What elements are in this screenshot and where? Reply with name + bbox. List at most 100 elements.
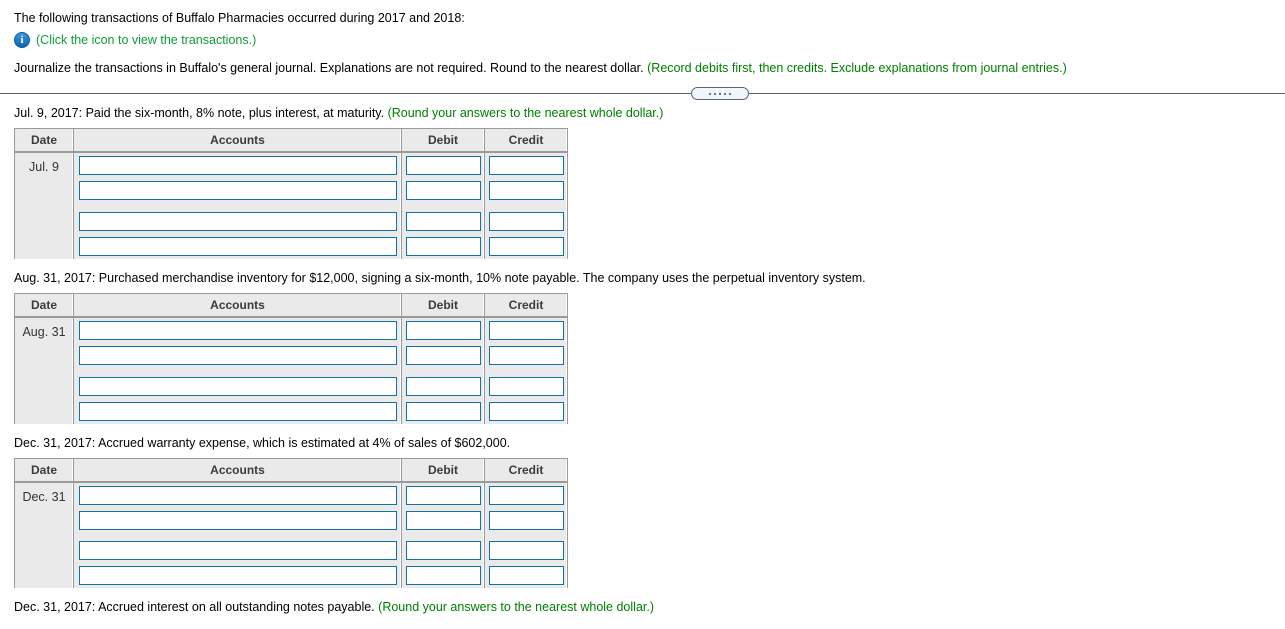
debit-input[interactable] [406, 346, 481, 365]
account-cell[interactable] [74, 209, 402, 234]
splitter-dot [709, 92, 711, 95]
debit-input[interactable] [406, 377, 481, 396]
credit-input[interactable] [489, 321, 564, 340]
credit-cell[interactable] [485, 374, 568, 399]
column-header-date: Date [15, 294, 74, 318]
account-cell[interactable] [74, 483, 402, 508]
credit-cell[interactable] [485, 563, 568, 588]
journal-sections: Jul. 9, 2017: Paid the six-month, 8% not… [0, 105, 1285, 615]
account-cell[interactable] [74, 563, 402, 588]
transaction-text: Dec. 31, 2017: Accrued warranty expense,… [14, 436, 511, 450]
credit-cell[interactable] [485, 153, 568, 178]
credit-cell[interactable] [485, 318, 568, 343]
table-row [15, 508, 568, 533]
debit-cell[interactable] [402, 508, 485, 533]
credit-cell[interactable] [485, 178, 568, 203]
account-cell[interactable] [74, 318, 402, 343]
credit-cell[interactable] [485, 483, 568, 508]
credit-input[interactable] [489, 541, 564, 560]
splitter-dot [714, 92, 716, 95]
account-cell[interactable] [74, 508, 402, 533]
table-row [15, 374, 568, 399]
column-header-debit: Debit [402, 129, 485, 153]
credit-input[interactable] [489, 156, 564, 175]
debit-input[interactable] [406, 486, 481, 505]
account-input[interactable] [79, 321, 397, 340]
debit-cell[interactable] [402, 178, 485, 203]
credit-input[interactable] [489, 346, 564, 365]
account-input[interactable] [79, 181, 397, 200]
credit-cell[interactable] [485, 343, 568, 368]
debit-cell[interactable] [402, 538, 485, 563]
debit-input[interactable] [406, 511, 481, 530]
journal-entry-table: Date Accounts Debit Credit Dec. 31 [14, 458, 568, 588]
credit-input[interactable] [489, 377, 564, 396]
debit-cell[interactable] [402, 209, 485, 234]
credit-cell[interactable] [485, 234, 568, 259]
debit-input[interactable] [406, 321, 481, 340]
credit-cell[interactable] [485, 399, 568, 424]
transaction-text: Aug. 31, 2017: Purchased merchandise inv… [14, 271, 866, 285]
transaction-text: Jul. 9, 2017: Paid the six-month, 8% not… [14, 106, 385, 120]
splitter-handle[interactable] [691, 87, 749, 100]
account-cell[interactable] [74, 374, 402, 399]
column-header-credit: Credit [485, 129, 568, 153]
debit-cell[interactable] [402, 318, 485, 343]
debit-input[interactable] [406, 402, 481, 421]
debit-cell[interactable] [402, 399, 485, 424]
debit-cell[interactable] [402, 374, 485, 399]
debit-input[interactable] [406, 541, 481, 560]
debit-cell[interactable] [402, 563, 485, 588]
debit-input[interactable] [406, 566, 481, 585]
account-input[interactable] [79, 237, 397, 256]
table-header-row: Date Accounts Debit Credit [15, 129, 568, 153]
debit-input[interactable] [406, 212, 481, 231]
account-input[interactable] [79, 377, 397, 396]
account-cell[interactable] [74, 343, 402, 368]
credit-input[interactable] [489, 511, 564, 530]
debit-cell[interactable] [402, 483, 485, 508]
entry-date-cell: Dec. 31 [15, 483, 74, 588]
debit-cell[interactable] [402, 234, 485, 259]
credit-input[interactable] [489, 181, 564, 200]
credit-cell[interactable] [485, 538, 568, 563]
credit-input[interactable] [489, 566, 564, 585]
info-icon[interactable] [14, 32, 30, 48]
account-input[interactable] [79, 566, 397, 585]
account-input[interactable] [79, 486, 397, 505]
account-cell[interactable] [74, 178, 402, 203]
account-input[interactable] [79, 402, 397, 421]
credit-input[interactable] [489, 237, 564, 256]
account-cell[interactable] [74, 399, 402, 424]
account-input[interactable] [79, 156, 397, 175]
debit-cell[interactable] [402, 343, 485, 368]
table-row [15, 234, 568, 259]
debit-input[interactable] [406, 237, 481, 256]
account-cell[interactable] [74, 234, 402, 259]
transaction-description: Dec. 31, 2017: Accrued warranty expense,… [14, 435, 1285, 451]
debit-input[interactable] [406, 181, 481, 200]
intro-text: The following transactions of Buffalo Ph… [14, 11, 465, 25]
panel-splitter[interactable] [0, 87, 1285, 100]
credit-input[interactable] [489, 486, 564, 505]
debit-input[interactable] [406, 156, 481, 175]
view-transactions-row[interactable]: (Click the icon to view the transactions… [14, 32, 1285, 48]
journal-section: Dec. 31, 2017: Accrued warranty expense,… [14, 435, 1285, 588]
table-row [15, 538, 568, 563]
table-header-row: Date Accounts Debit Credit [15, 294, 568, 318]
journal-entry-table: Date Accounts Debit Credit Aug. 31 [14, 293, 568, 424]
splitter-dot [729, 92, 731, 95]
account-cell[interactable] [74, 538, 402, 563]
account-cell[interactable] [74, 153, 402, 178]
credit-input[interactable] [489, 402, 564, 421]
view-transactions-link[interactable]: (Click the icon to view the transactions… [36, 33, 256, 47]
instruction-row: Journalize the transactions in Buffalo's… [14, 60, 1285, 76]
account-input[interactable] [79, 541, 397, 560]
account-input[interactable] [79, 346, 397, 365]
credit-cell[interactable] [485, 209, 568, 234]
account-input[interactable] [79, 212, 397, 231]
debit-cell[interactable] [402, 153, 485, 178]
account-input[interactable] [79, 511, 397, 530]
credit-input[interactable] [489, 212, 564, 231]
credit-cell[interactable] [485, 508, 568, 533]
